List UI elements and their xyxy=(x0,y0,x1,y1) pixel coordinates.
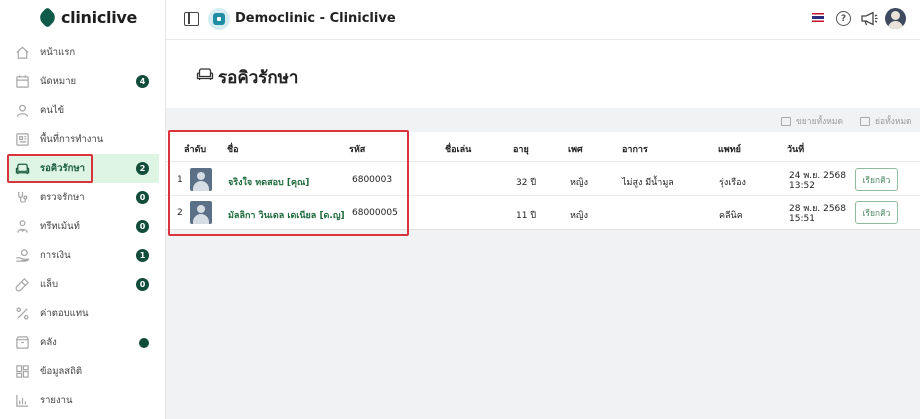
highlight-box-table xyxy=(168,130,409,236)
expand-all-button[interactable]: ขยายทั้งหมด xyxy=(781,114,843,128)
sidebar-item-reports[interactable]: รายงาน xyxy=(0,386,166,415)
expand-all-label: ขยายทั้งหมด xyxy=(796,117,844,127)
sidebar-item-home[interactable]: หน้าแรก xyxy=(0,38,166,67)
count-badge: 1 xyxy=(136,249,149,262)
percent-icon xyxy=(14,306,30,322)
patient-gender: หญิง xyxy=(570,178,588,188)
sidebar-item-patients[interactable]: คนไข้ xyxy=(0,96,166,125)
sidebar-item-appointments[interactable]: นัดหมาย 4 xyxy=(0,67,166,96)
megaphone-icon[interactable] xyxy=(860,11,878,26)
clinic-logo-icon xyxy=(208,8,230,30)
user-avatar[interactable] xyxy=(885,8,906,29)
sidebar-item-label: ทรีทเม้นท์ xyxy=(40,221,80,232)
home-icon xyxy=(14,45,30,61)
inventory-icon xyxy=(14,335,30,351)
user-icon xyxy=(14,103,30,119)
sidebar-item-statistics[interactable]: ข้อมูลสถิติ xyxy=(0,357,166,386)
workspace-icon xyxy=(14,132,30,148)
column-header-nickname: ชื่อเล่น xyxy=(445,145,472,155)
count-badge: 0 xyxy=(136,278,149,291)
collapse-all-label: ย่อทั้งหมด xyxy=(875,117,912,127)
sofa-icon xyxy=(196,68,214,80)
collapse-icon xyxy=(860,116,870,126)
queue-date: 28 พ.ย. 2568 xyxy=(789,204,847,214)
expand-icon xyxy=(781,116,791,126)
patient-symptom: ไม่สูง มีน้ำมูล xyxy=(622,178,674,188)
count-badge: 0 xyxy=(136,191,149,204)
stethoscope-icon xyxy=(14,190,30,206)
report-icon xyxy=(14,393,30,409)
column-header-age: อายุ xyxy=(513,145,529,155)
brand-name: cliniclive xyxy=(61,7,138,27)
sidebar-item-label: ตรวจรักษา xyxy=(40,192,85,203)
column-header-date: วันที่ xyxy=(787,145,805,155)
sidebar-item-lab[interactable]: แล็บ 0 xyxy=(0,270,166,299)
collapse-all-button[interactable]: ย่อทั้งหมด xyxy=(860,114,912,128)
sidebar-item-label: คนไข้ xyxy=(40,105,65,116)
column-header-gender: เพศ xyxy=(568,145,583,155)
queue-date: 24 พ.ย. 2568 xyxy=(789,171,847,181)
sidebar-item-treatment[interactable]: ทรีทเม้นท์ 0 xyxy=(0,212,166,241)
doctor-name: รุ่งเรือง xyxy=(719,178,746,188)
sidebar-item-label: การเงิน xyxy=(40,250,71,261)
sidebar-item-label: คลัง xyxy=(40,337,57,348)
page-title: รอคิวรักษา xyxy=(218,68,299,88)
lab-icon xyxy=(14,277,30,293)
count-badge: 0 xyxy=(136,220,149,233)
sidebar-toggle-icon[interactable] xyxy=(184,12,199,26)
stats-icon xyxy=(14,364,30,380)
patient-age: 11 ปี xyxy=(516,211,537,221)
sidebar-item-examination[interactable]: ตรวจรักษา 0 xyxy=(0,183,166,212)
sidebar-item-label: รายงาน xyxy=(40,395,73,406)
sidebar-item-label: ข้อมูลสถิติ xyxy=(40,366,83,377)
patient-gender: หญิง xyxy=(570,211,588,221)
clinic-name: Democlinic - Cliniclive xyxy=(235,11,396,26)
sidebar-item-inventory[interactable]: คลัง xyxy=(0,328,166,357)
sidebar-item-label: ค่าตอบแทน xyxy=(40,308,89,319)
call-queue-button[interactable]: เรียกคิว xyxy=(855,201,898,224)
doctor-name: คลีนิค xyxy=(719,211,743,221)
sidebar-item-label: นัดหมาย xyxy=(40,76,77,87)
sidebar-item-label: แล็บ xyxy=(40,279,58,290)
column-header-symptom: อาการ xyxy=(622,145,648,155)
calendar-icon xyxy=(14,74,30,90)
treatment-icon xyxy=(14,219,30,235)
highlight-box-active-item xyxy=(7,154,93,183)
status-dot xyxy=(139,338,149,348)
count-badge: 2 xyxy=(136,162,149,175)
finance-icon xyxy=(14,248,30,264)
logo-icon xyxy=(36,6,59,28)
call-queue-button[interactable]: เรียกคิว xyxy=(855,168,898,191)
sidebar-item-compensation[interactable]: ค่าตอบแทน xyxy=(0,299,166,328)
queue-time: 15:51 xyxy=(789,214,815,224)
sidebar-nav: หน้าแรก นัดหมาย 4 คนไข้ พื้นที่การทำงาน … xyxy=(0,38,166,415)
column-header-doctor: แพทย์ xyxy=(718,145,741,155)
queue-time: 13:52 xyxy=(789,181,815,191)
help-icon[interactable]: ? xyxy=(836,11,851,26)
sidebar-item-label: พื้นที่การทำงาน xyxy=(40,134,104,145)
count-badge: 4 xyxy=(136,75,149,88)
table-toolbar: ขยายทั้งหมด ย่อทั้งหมด xyxy=(166,108,920,132)
sidebar-item-label: หน้าแรก xyxy=(40,47,76,58)
thai-flag-icon[interactable] xyxy=(812,13,824,22)
sidebar-item-workspace[interactable]: พื้นที่การทำงาน xyxy=(0,125,166,154)
sidebar: cliniclive หน้าแรก นัดหมาย 4 คนไข้ พื้นท… xyxy=(0,0,166,419)
top-bar: Democlinic - Cliniclive ? xyxy=(166,0,920,40)
sidebar-item-finance[interactable]: การเงิน 1 xyxy=(0,241,166,270)
page-header: รอคิวรักษา xyxy=(166,40,920,108)
patient-age: 32 ปี xyxy=(516,178,537,188)
brand-logo[interactable]: cliniclive xyxy=(36,6,138,28)
